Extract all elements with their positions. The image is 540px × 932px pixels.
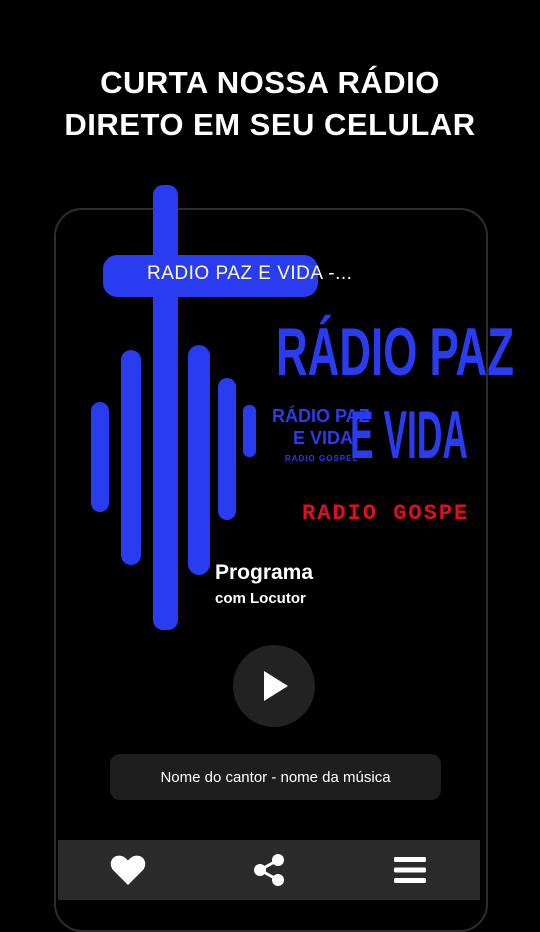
program-subtitle: com Locutor — [215, 590, 306, 607]
logo-small-line-1: RÁDIO PAZ — [272, 405, 370, 426]
menu-icon — [393, 857, 426, 883]
share-button[interactable] — [239, 840, 299, 900]
wave-bar — [91, 402, 109, 512]
logo-tiny-text: RADIO GOSPEL — [285, 454, 358, 463]
bottom-nav — [58, 840, 480, 900]
wave-bar — [218, 378, 236, 520]
wave-bar — [121, 350, 141, 565]
now-playing-bar: Nome do cantor - nome da música — [110, 754, 441, 800]
share-icon — [253, 854, 284, 886]
program-title: Programa — [215, 561, 314, 584]
wave-bar — [243, 405, 256, 457]
play-icon — [264, 671, 288, 701]
logo-line-1: RÁDIO PAZ — [276, 314, 514, 390]
logo-tagline: RADIO GOSPE — [302, 501, 469, 526]
play-button[interactable] — [233, 645, 315, 727]
wave-bar — [188, 345, 210, 575]
cross-vertical — [153, 185, 178, 630]
logo-small-line-2: E VIDA — [293, 428, 353, 448]
favorite-button[interactable] — [98, 840, 158, 900]
station-title: RADIO PAZ E VIDA -... — [147, 263, 353, 284]
heart-icon — [111, 855, 146, 885]
menu-button[interactable] — [380, 840, 440, 900]
now-playing-text: Nome do cantor - nome da música — [160, 768, 391, 786]
